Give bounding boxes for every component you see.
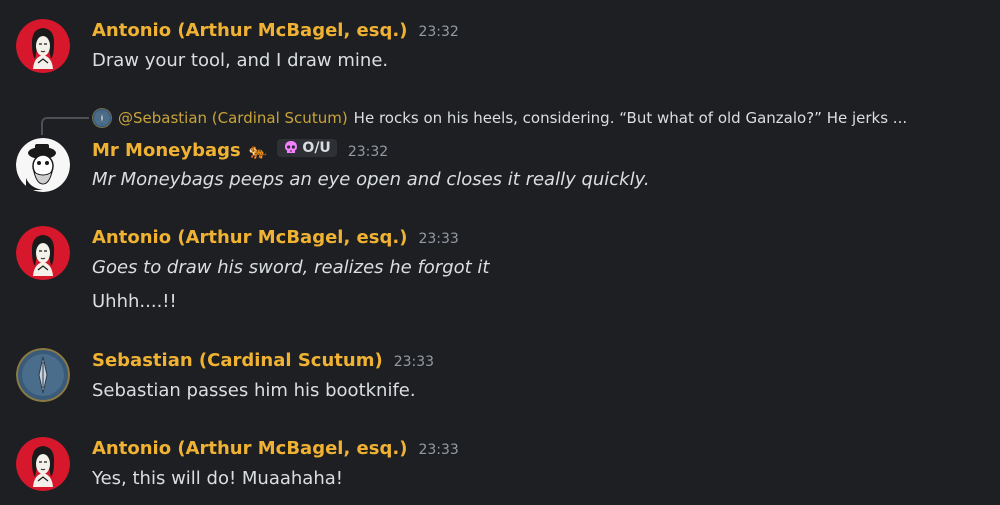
message-header: Mr Moneybags 🐅 O/U 23:32: [92, 139, 388, 161]
avatar-antonio[interactable]: [16, 19, 70, 73]
reply-spine: [41, 117, 89, 135]
message-text: Uhhh....!!: [92, 291, 177, 312]
timestamp[interactable]: 23:32: [348, 144, 388, 160]
reply-avatar-sebastian[interactable]: [92, 108, 112, 128]
moneybags-avatar-image: [16, 138, 70, 192]
message-text: Sebastian passes him his bootknife.: [92, 380, 416, 401]
antonio-avatar-image: [16, 437, 70, 491]
timestamp[interactable]: 23:32: [418, 24, 458, 40]
antonio-avatar-image: [16, 19, 70, 73]
message-text: Yes, this will do! Muaahaha!: [92, 468, 343, 489]
avatar-antonio[interactable]: [16, 226, 70, 280]
avatar-sebastian[interactable]: [16, 348, 70, 402]
username[interactable]: Antonio (Arthur McBagel, esq.): [92, 20, 407, 41]
message-text: Draw your tool, and I draw mine.: [92, 50, 389, 71]
username[interactable]: Mr Moneybags: [92, 140, 241, 161]
skull-icon: [285, 141, 298, 153]
message-text: Goes to draw his sword, realizes he forg…: [92, 257, 490, 278]
reply-text[interactable]: He rocks on his heels, considering. “But…: [354, 109, 907, 127]
antonio-avatar-image: [16, 226, 70, 280]
reply-mention[interactable]: @Sebastian (Cardinal Scutum): [118, 109, 348, 127]
username[interactable]: Antonio (Arthur McBagel, esq.): [92, 438, 407, 459]
message-header: Antonio (Arthur McBagel, esq.) 23:33: [92, 227, 459, 248]
message-text: Mr Moneybags peeps an eye open and close…: [92, 169, 650, 190]
message-header: Antonio (Arthur McBagel, esq.) 23:32: [92, 20, 459, 41]
username[interactable]: Sebastian (Cardinal Scutum): [92, 350, 383, 371]
sebastian-avatar-image: [16, 348, 70, 402]
avatar-antonio[interactable]: [16, 437, 70, 491]
reply-preview[interactable]: @Sebastian (Cardinal Scutum) He rocks on…: [92, 107, 907, 129]
tiger-badge-icon: 🐅: [248, 142, 268, 160]
username[interactable]: Antonio (Arthur McBagel, esq.): [92, 227, 407, 248]
server-tag[interactable]: O/U: [277, 139, 337, 157]
server-tag-label: O/U: [302, 140, 331, 156]
avatar-moneybags[interactable]: [16, 138, 70, 192]
timestamp[interactable]: 23:33: [418, 231, 458, 247]
timestamp[interactable]: 23:33: [394, 354, 434, 370]
timestamp[interactable]: 23:33: [418, 442, 458, 458]
message-header: Sebastian (Cardinal Scutum) 23:33: [92, 350, 434, 371]
message-header: Antonio (Arthur McBagel, esq.) 23:33: [92, 438, 459, 459]
sebastian-avatar-image: [92, 108, 112, 128]
